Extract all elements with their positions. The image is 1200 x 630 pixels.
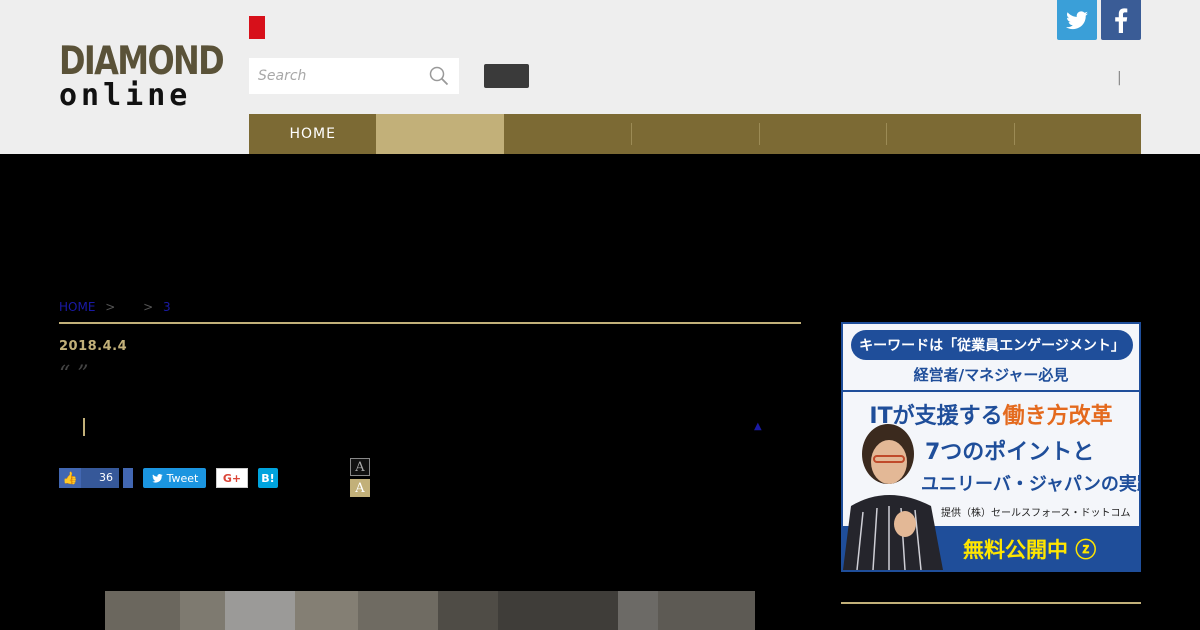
twitter-link[interactable] — [1057, 0, 1097, 40]
twitter-icon — [151, 473, 163, 483]
logo-diamond-text: DIAMOND — [59, 39, 225, 84]
ad-credit: 提供（株）セールスフォース・ドットコム — [941, 508, 1131, 519]
nav-item-3[interactable] — [504, 114, 631, 154]
site-logo[interactable]: DIAMOND online — [59, 39, 225, 114]
hatena-bookmark-button[interactable]: B! — [258, 468, 278, 488]
site-header: DIAMOND online | HOME — [0, 0, 1200, 154]
main-nav: HOME — [249, 114, 1141, 154]
facebook-share-button[interactable] — [123, 468, 133, 488]
ad-person-photo — [843, 424, 943, 570]
building-photo — [105, 591, 755, 630]
breadcrumb: HOME > > 3 — [59, 300, 177, 314]
ad-divider — [843, 390, 1139, 392]
ad-headline-1b: 働き方改革 — [1002, 404, 1113, 429]
article-photo — [105, 591, 755, 630]
sidebar-ad-banner[interactable]: キーワードは「従業員エンゲージメント」 経営者/マネジャー必見 ITが支援する働… — [841, 322, 1141, 572]
header-separator: | — [1117, 70, 1122, 86]
google-plus-button[interactable]: G+ — [216, 468, 248, 488]
header-dark-button[interactable] — [484, 64, 529, 88]
ad-subtitle: 経営者/マネジャー必見 — [913, 366, 1069, 384]
breadcrumb-separator: > — [143, 300, 154, 314]
font-size-large-button[interactable]: A — [350, 479, 370, 497]
breadcrumb-separator: > — [105, 300, 116, 314]
like-count: 36 — [81, 468, 119, 488]
quote-mark: “ ” — [59, 362, 89, 387]
facebook-icon — [1115, 8, 1128, 33]
article-divider — [59, 322, 801, 324]
search-input[interactable] — [249, 58, 429, 94]
logo-online-text: online — [59, 78, 192, 113]
search-box — [249, 58, 459, 94]
thumbs-up-icon: 👍 — [62, 471, 78, 485]
twitter-icon — [1066, 11, 1088, 30]
nav-item-2[interactable] — [376, 114, 504, 154]
facebook-like-button[interactable]: 👍 36 — [59, 468, 119, 488]
tweet-button[interactable]: Tweet — [143, 468, 206, 488]
article-date: 2018.4.4 — [59, 339, 128, 354]
font-size-small-button[interactable]: A — [350, 458, 370, 476]
breadcrumb-current[interactable]: 3 — [163, 300, 171, 314]
nav-item-4[interactable] — [631, 114, 758, 154]
ad-keyword-pill: キーワードは「従業員エンゲージメント」 — [851, 330, 1133, 360]
red-marker — [249, 16, 265, 39]
nav-item-5[interactable] — [758, 114, 886, 154]
nav-item-6[interactable] — [886, 114, 1013, 154]
ad-cta: 無料公開中 ⓩ — [963, 538, 1097, 562]
triangle-icon[interactable]: ▲ — [754, 421, 762, 432]
nav-home[interactable]: HOME — [249, 114, 376, 154]
search-icon[interactable] — [429, 66, 449, 86]
facebook-link[interactable] — [1101, 0, 1141, 40]
author-marker — [83, 418, 85, 436]
breadcrumb-home[interactable]: HOME — [59, 300, 95, 314]
tweet-label: Tweet — [166, 471, 199, 485]
nav-item-7[interactable] — [1013, 114, 1141, 154]
sidebar-divider — [841, 602, 1141, 604]
